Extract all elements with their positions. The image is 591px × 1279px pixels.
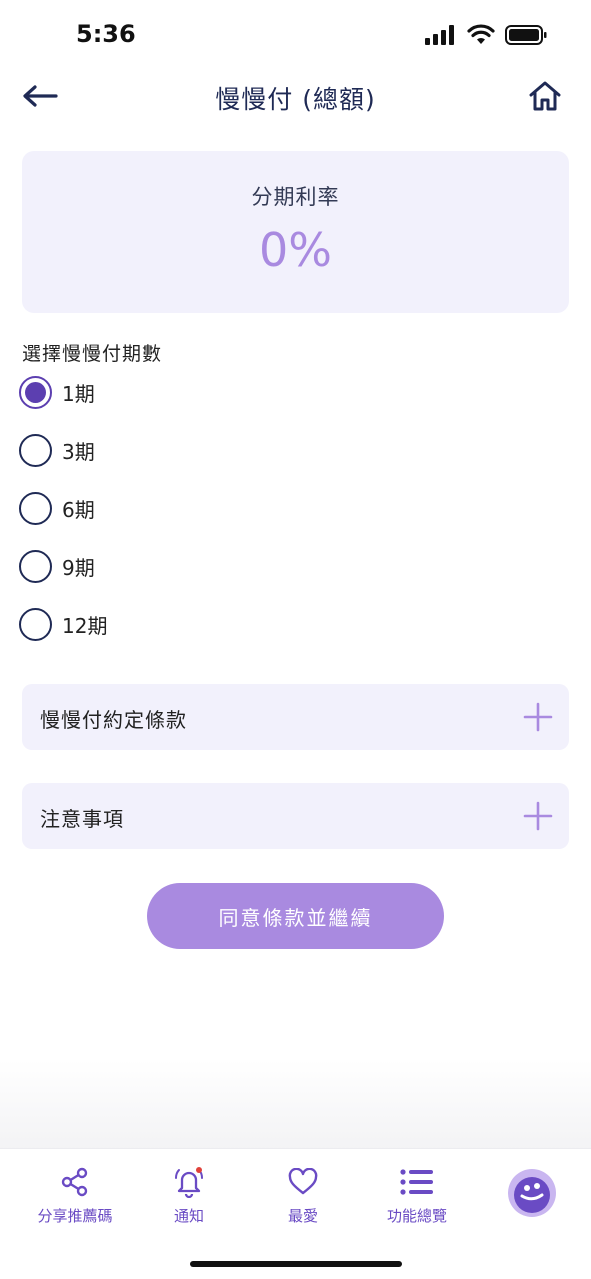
nav-bar: 慢慢付 (總額) [0, 70, 591, 124]
cellular-signal-icon [425, 24, 454, 45]
radio-button[interactable] [19, 433, 52, 467]
installment-option-6[interactable]: 6期 [19, 488, 95, 528]
radio-button[interactable] [19, 491, 52, 525]
plus-icon[interactable] [523, 801, 553, 831]
tab-notifications[interactable]: 通知 [134, 1165, 244, 1226]
terms-accordion[interactable]: 慢慢付約定條款 [22, 684, 569, 750]
mascot-avatar-button[interactable] [508, 1169, 556, 1217]
notes-accordion[interactable]: 注意事項 [22, 783, 569, 849]
notes-accordion-label: 注意事項 [40, 807, 124, 831]
tab-bar: 分享推薦碼 通知 最愛 功能總覽 [0, 1148, 591, 1279]
installment-option-3[interactable]: 3期 [19, 430, 95, 470]
installment-option-9[interactable]: 9期 [19, 546, 95, 586]
mascot-icon [514, 1177, 550, 1213]
interest-rate-label: 分期利率 [251, 185, 340, 209]
tab-label: 分享推薦碼 [37, 1207, 113, 1225]
radio-button-checked[interactable] [19, 375, 52, 409]
interest-rate-card: 分期利率 0% [22, 151, 569, 313]
installment-option-1[interactable]: 1期 [19, 372, 95, 412]
bottom-fade [0, 1060, 591, 1150]
installment-option-label: 12期 [62, 613, 108, 638]
bell-icon [175, 1167, 203, 1198]
agree-and-continue-button[interactable]: 同意條款並繼續 [147, 883, 444, 949]
home-indicator [190, 1261, 402, 1267]
installments-label: 選擇慢慢付期數 [22, 343, 163, 365]
installment-option-12[interactable]: 12期 [19, 604, 107, 644]
radio-selected-dot [25, 381, 46, 403]
installment-option-label: 1期 [62, 381, 95, 406]
tab-label: 最愛 [287, 1207, 318, 1225]
radio-button[interactable] [19, 607, 52, 641]
tab-favorites[interactable]: 最愛 [248, 1165, 358, 1226]
plus-icon[interactable] [523, 702, 553, 732]
wifi-icon [467, 24, 495, 44]
home-button[interactable] [523, 76, 567, 116]
battery-icon [505, 24, 547, 45]
status-time: 5:36 [76, 20, 136, 48]
status-icons [425, 24, 547, 45]
share-icon [61, 1167, 88, 1197]
installment-option-label: 9期 [62, 555, 95, 580]
tab-label: 通知 [173, 1207, 204, 1225]
installment-option-label: 6期 [62, 497, 95, 522]
list-icon [400, 1169, 433, 1195]
heart-icon [288, 1168, 318, 1195]
page-title: 慢慢付 (總額) [215, 85, 376, 114]
tab-feature-overview[interactable]: 功能總覽 [362, 1165, 472, 1226]
terms-accordion-label: 慢慢付約定條款 [40, 708, 187, 732]
radio-button[interactable] [19, 549, 52, 583]
home-icon [529, 81, 561, 111]
tab-label: 功能總覽 [386, 1207, 447, 1225]
tab-share-referral[interactable]: 分享推薦碼 [20, 1165, 130, 1226]
installment-option-label: 3期 [62, 439, 95, 464]
status-bar: 5:36 [0, 0, 591, 70]
interest-rate-value: 0% [259, 223, 332, 277]
